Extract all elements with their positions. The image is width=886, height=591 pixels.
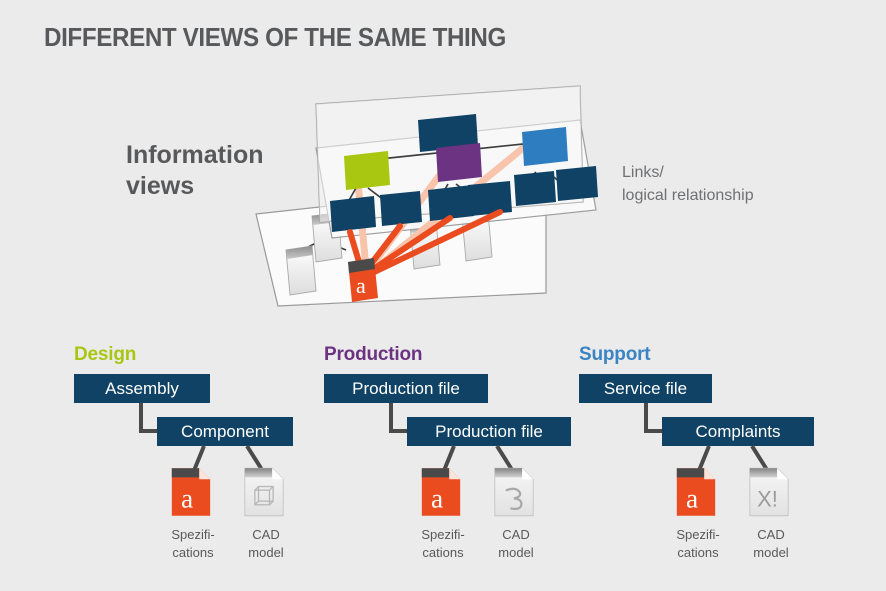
structure-box-leaf-2	[380, 191, 422, 226]
support-cad-caption-l2: model	[753, 544, 789, 560]
support-cad-caption-l1: CAD	[757, 527, 785, 542]
structure-box-leaf-4	[468, 181, 512, 216]
information-views-diagram: a	[250, 82, 610, 322]
production-cad-caption-l1: CAD	[502, 527, 530, 542]
highlighted-document-letter: a	[356, 273, 366, 298]
diagram-svg: a	[255, 85, 598, 307]
svg-text:a: a	[686, 484, 698, 514]
links-relationship-label: Links/ logical relationship	[622, 162, 822, 207]
structure-box-leaf-5	[514, 171, 556, 206]
production-cad-caption-l2: model	[498, 544, 534, 560]
production-cad-doc-icon[interactable]	[493, 466, 535, 518]
highlighted-document-icon: a	[348, 258, 378, 302]
support-cad-caption: CAD model	[725, 526, 817, 562]
design-cad-caption: CAD model	[220, 526, 312, 562]
design-cad-caption-l1: CAD	[252, 527, 280, 542]
structure-box-blue	[522, 127, 568, 166]
links-line1: Links/	[622, 164, 664, 181]
support-spec-doc-icon[interactable]: a	[675, 466, 717, 518]
support-cad-doc-icon[interactable]: X!	[748, 466, 790, 518]
design-cad-caption-l2: model	[248, 544, 284, 560]
slide-canvas: DIFFERENT VIEWS OF THE SAME THING PROCAD…	[0, 0, 886, 591]
structure-box-purple	[436, 143, 482, 182]
design-cad-doc-icon[interactable]	[243, 466, 285, 518]
svg-text:X!: X!	[757, 487, 778, 512]
structure-box-green	[344, 151, 390, 190]
structure-box-leaf-6	[556, 166, 598, 201]
links-line2: logical relationship	[622, 186, 754, 204]
svg-text:a: a	[181, 484, 193, 514]
page-title: DIFFERENT VIEWS OF THE SAME THING	[44, 22, 506, 52]
production-cad-caption: CAD model	[470, 526, 562, 562]
structure-box-leaf-1	[330, 196, 376, 232]
production-spec-doc-icon[interactable]: a	[420, 466, 462, 518]
column-support: Support Service file Complaints a Spezif…	[567, 340, 867, 580]
doc-icon-2	[285, 245, 317, 296]
svg-text:a: a	[431, 484, 443, 514]
design-spec-doc-icon[interactable]: a	[170, 466, 212, 518]
